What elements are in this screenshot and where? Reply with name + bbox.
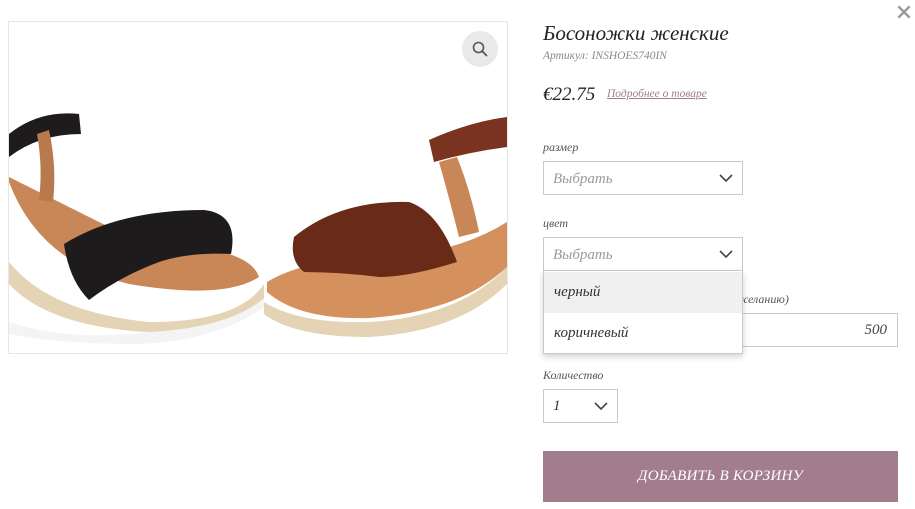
size-label: размер — [543, 140, 579, 154]
amount-label: желанию) — [737, 292, 789, 306]
product-sku: Артикул: INSHOES740IN — [543, 50, 667, 62]
quantity-label: Количество — [543, 368, 604, 382]
amount-input-value: 500 — [864, 322, 888, 338]
magnifier-icon — [472, 41, 488, 57]
product-title: Босоножки женские — [543, 21, 729, 45]
product-image[interactable] — [8, 21, 508, 354]
quantity-select-value: 1 — [553, 398, 561, 414]
size-select-value: Выбрать — [553, 171, 613, 187]
color-option-brown[interactable]: коричневый — [544, 313, 742, 354]
chevron-down-icon — [719, 250, 733, 259]
product-price: €22.75 — [543, 84, 596, 105]
color-select-value: Выбрать — [553, 247, 613, 263]
amount-input[interactable]: 500 — [742, 313, 898, 347]
sandals-photo — [9, 22, 507, 353]
color-label: цвет — [543, 216, 569, 230]
zoom-button[interactable] — [462, 31, 498, 67]
color-dropdown: черный коричневый — [543, 270, 743, 354]
close-button[interactable] — [897, 5, 915, 23]
quantity-select[interactable]: 1 — [543, 389, 618, 423]
color-option-black[interactable]: черный — [544, 272, 742, 313]
color-select[interactable]: Выбрать — [543, 237, 743, 271]
add-to-cart-button[interactable]: ДОБАВИТЬ В КОРЗИНУ — [543, 451, 898, 502]
size-select[interactable]: Выбрать — [543, 161, 743, 195]
product-details-link[interactable]: Подробнее о товаре — [607, 88, 707, 100]
chevron-down-icon — [719, 174, 733, 183]
close-icon — [897, 5, 911, 19]
chevron-down-icon — [594, 402, 608, 411]
